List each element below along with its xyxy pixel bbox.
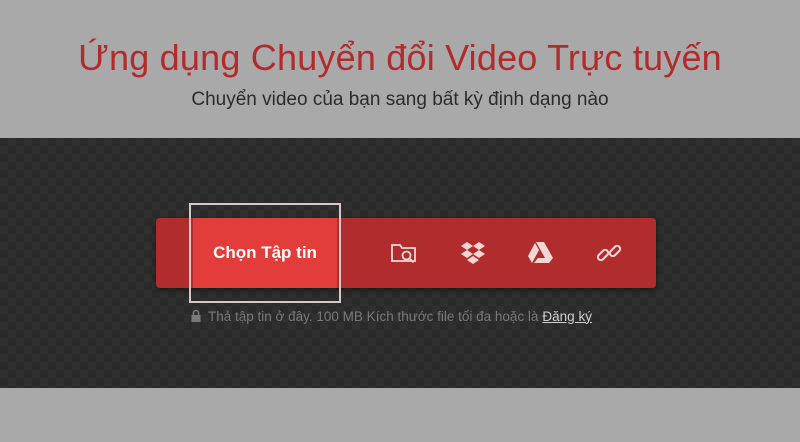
footer-band bbox=[0, 388, 800, 442]
link-icon[interactable] bbox=[594, 238, 624, 268]
choose-file-label: Chọn Tập tin bbox=[213, 243, 317, 262]
header: Ứng dụng Chuyển đổi Video Trực tuyến Chu… bbox=[0, 0, 800, 138]
upload-note-text: Thả tập tin ở đây. 100 MB Kích thước fil… bbox=[208, 308, 539, 324]
dropbox-icon[interactable] bbox=[458, 238, 488, 268]
google-drive-icon[interactable] bbox=[525, 238, 555, 268]
page-title: Ứng dụng Chuyển đổi Video Trực tuyến bbox=[78, 37, 722, 78]
page-subtitle: Chuyển video của bạn sang bất kỳ định dạ… bbox=[191, 89, 609, 110]
signup-link[interactable]: Đăng ký bbox=[542, 309, 592, 324]
choose-file-button[interactable]: Chọn Tập tin bbox=[189, 203, 341, 303]
lock-icon bbox=[190, 309, 202, 323]
upload-note: Thả tập tin ở đây. 100 MB Kích thước fil… bbox=[190, 306, 592, 326]
folder-search-icon[interactable] bbox=[389, 238, 419, 268]
